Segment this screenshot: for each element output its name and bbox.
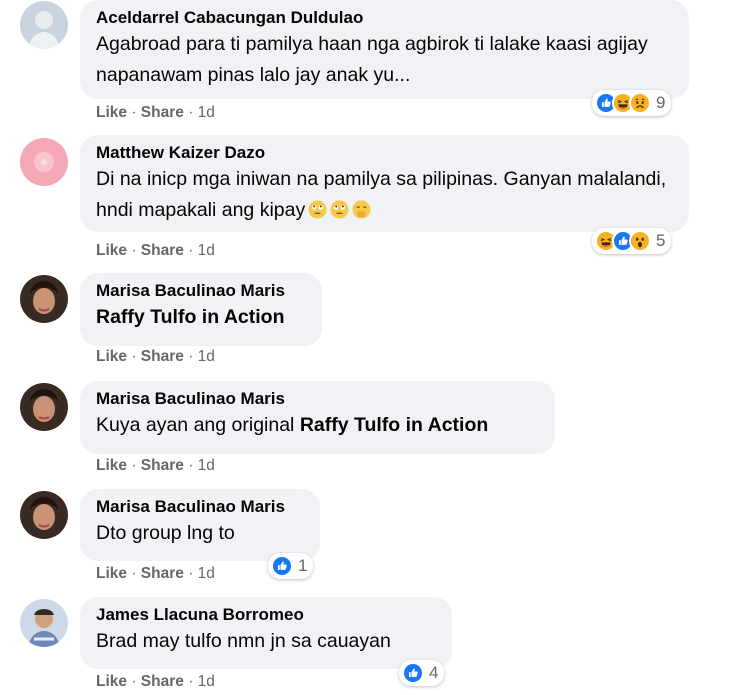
comment-author[interactable]: Marisa Baculinao Maris <box>96 496 304 518</box>
comment-text: Brad may tulfo nmn jn sa cauayan <box>96 630 391 652</box>
separator: · <box>183 104 198 121</box>
share-button[interactable]: Share <box>141 104 184 121</box>
avatar[interactable] <box>20 383 68 431</box>
like-button[interactable]: Like <box>96 673 127 690</box>
avatar[interactable] <box>20 491 68 539</box>
comment-actions: Like · Share · 1d <box>96 457 215 475</box>
page-mention-link[interactable]: Raffy Tulfo in Action <box>300 414 488 436</box>
comment-bubble: James Llacuna Borromeo Brad may tulfo nm… <box>80 597 452 669</box>
comment-text: Dto group lng to <box>96 522 235 544</box>
separator: · <box>127 565 141 582</box>
separator: · <box>127 457 141 474</box>
separator: · <box>183 242 198 259</box>
like-button[interactable]: Like <box>96 565 127 582</box>
share-button[interactable]: Share <box>141 565 184 582</box>
separator: · <box>127 104 141 121</box>
separator: · <box>127 673 141 690</box>
comment-text: Kuya ayan ang original Raffy Tulfo in Ac… <box>96 414 489 436</box>
comment-bubble: Marisa Baculinao Maris Kuya ayan ang ori… <box>80 381 555 454</box>
timestamp[interactable]: 1d <box>198 673 215 690</box>
separator: · <box>127 242 141 259</box>
timestamp[interactable]: 1d <box>198 242 215 259</box>
reaction-count: 5 <box>656 231 666 250</box>
separator: · <box>183 348 198 365</box>
like-button[interactable]: Like <box>96 348 127 365</box>
comment-author[interactable]: Marisa Baculinao Maris <box>96 388 539 410</box>
share-button[interactable]: Share <box>141 673 184 690</box>
comment-author[interactable]: James Llacuna Borromeo <box>96 604 436 626</box>
reaction-count: 9 <box>656 93 666 112</box>
timestamp[interactable]: 1d <box>198 104 215 121</box>
comment-bubble: Aceldarrel Cabacungan Duldulao Agabroad … <box>80 0 689 99</box>
avatar[interactable] <box>20 138 68 186</box>
comment-actions: Like · Share · 1d <box>96 565 215 583</box>
like-button[interactable]: Like <box>96 457 127 474</box>
comment-bubble: Matthew Kaizer Dazo Di na inicp mga iniw… <box>80 135 689 232</box>
timestamp[interactable]: 1d <box>198 457 215 474</box>
separator: · <box>183 457 198 474</box>
like-button[interactable]: Like <box>96 242 127 259</box>
comment-text: Di na inicp mga iniwan na pamilya sa pil… <box>96 168 667 221</box>
comment-actions: Like · Share · 1d <box>96 242 215 260</box>
page-mention-link[interactable]: Raffy Tulfo in Action <box>96 306 284 328</box>
timestamp[interactable]: 1d <box>198 565 215 582</box>
rolling-eyes-emoji-icon <box>330 198 349 219</box>
reaction-summary[interactable]: 5 <box>592 228 672 254</box>
comment-bubble: Marisa Baculinao Maris Raffy Tulfo in Ac… <box>80 273 322 346</box>
separator: · <box>183 565 198 582</box>
share-button[interactable]: Share <box>141 242 184 259</box>
reaction-summary[interactable]: 1 <box>268 553 314 579</box>
hand-over-mouth-emoji-icon <box>352 198 371 219</box>
reaction-summary[interactable]: 9 <box>592 90 672 116</box>
separator: · <box>183 673 198 690</box>
rolling-eyes-emoji-icon <box>308 198 327 219</box>
reaction-count: 4 <box>429 663 439 682</box>
timestamp[interactable]: 1d <box>198 348 215 365</box>
like-icon <box>402 662 424 684</box>
comment-text: Agabroad para ti pamilya haan nga agbiro… <box>96 33 648 86</box>
wow-icon <box>629 230 651 252</box>
comment-actions: Like · Share · 1d <box>96 104 215 122</box>
like-button[interactable]: Like <box>96 104 127 121</box>
share-button[interactable]: Share <box>141 348 184 365</box>
comment-author[interactable]: Matthew Kaizer Dazo <box>96 142 673 164</box>
separator: · <box>127 348 141 365</box>
comment-actions: Like · Share · 1d <box>96 673 215 691</box>
comment-author[interactable]: Marisa Baculinao Maris <box>96 280 306 302</box>
comment-text: Raffy Tulfo in Action <box>96 302 306 333</box>
comment-bubble: Marisa Baculinao Maris Dto group lng to <box>80 489 320 561</box>
reaction-summary[interactable]: 4 <box>399 660 445 686</box>
like-icon <box>271 555 293 577</box>
avatar[interactable] <box>20 599 68 647</box>
comment-author[interactable]: Aceldarrel Cabacungan Duldulao <box>96 7 673 29</box>
comment-actions: Like · Share · 1d <box>96 348 215 366</box>
share-button[interactable]: Share <box>141 457 184 474</box>
reaction-count: 1 <box>298 556 308 575</box>
sad-icon <box>629 92 651 114</box>
avatar[interactable] <box>20 1 68 49</box>
avatar[interactable] <box>20 275 68 323</box>
